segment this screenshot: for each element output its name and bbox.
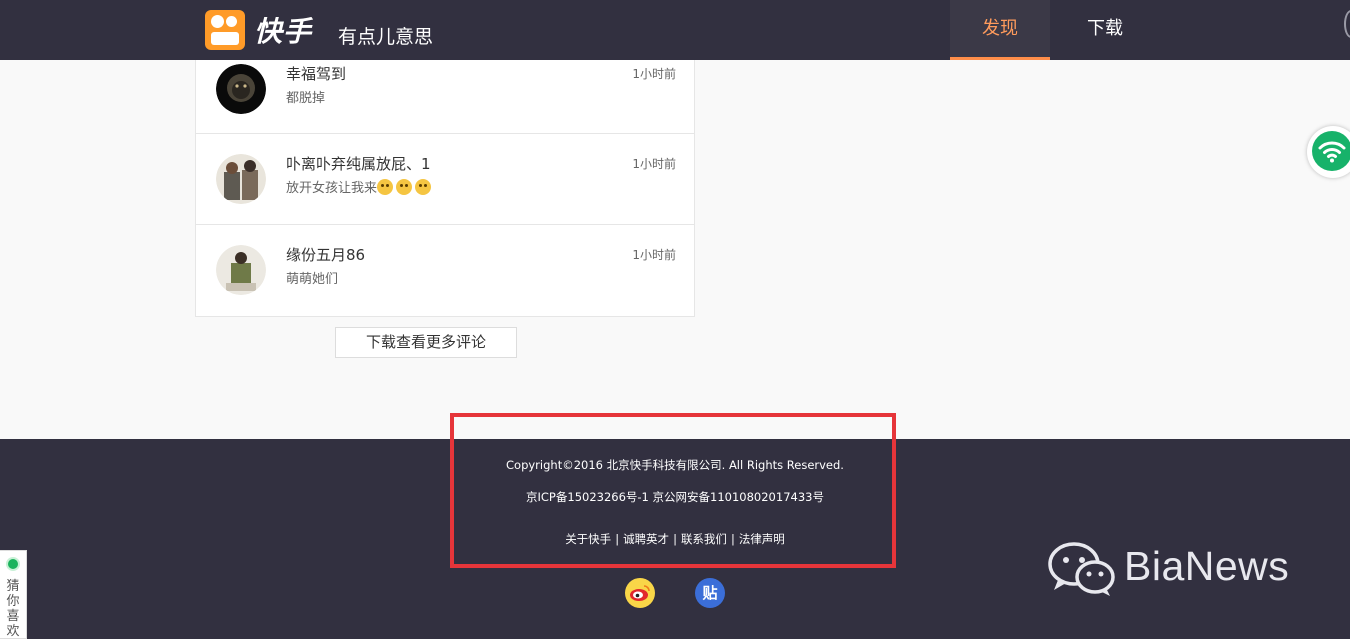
- avatar[interactable]: [216, 64, 266, 114]
- tieba-icon[interactable]: 贴: [695, 578, 725, 608]
- nav-download[interactable]: 下载: [1055, 0, 1155, 60]
- comment-author[interactable]: 卟离卟弃纯属放屁、1: [286, 153, 431, 174]
- comment-text: 萌萌她们: [286, 272, 339, 287]
- comment-item: 卟离卟弃纯属放屁、1 放开女孩让我来 1小时前: [196, 134, 694, 225]
- comment-time: 1小时前: [632, 67, 676, 81]
- kuaishou-logo-icon[interactable]: [205, 10, 245, 50]
- avatar[interactable]: [216, 154, 266, 204]
- cat-emoji-icon: [415, 179, 432, 195]
- highlight-box: [450, 413, 896, 568]
- user-icon[interactable]: [1344, 10, 1350, 38]
- watermark-text: BiaNews: [1124, 543, 1290, 589]
- more-comments-button[interactable]: 下载查看更多评论: [335, 327, 517, 358]
- site-slogan: 有点儿意思: [338, 26, 434, 48]
- guess-you-like-tab[interactable]: 猜你喜欢: [0, 550, 27, 639]
- cat-emoji-icon: [396, 179, 413, 195]
- comment-author[interactable]: 缘份五月86: [286, 244, 365, 265]
- guess-label: 猜你喜欢: [6, 579, 20, 639]
- comment-text: 放开女孩让我来: [286, 177, 434, 196]
- wechat-icon: [1048, 542, 1115, 596]
- wifi-icon[interactable]: [1312, 131, 1350, 171]
- comment-author[interactable]: 幸福驾到: [286, 63, 346, 84]
- comment-text-content: 放开女孩让我来: [286, 181, 378, 196]
- comment-list: 幸福驾到 都脱掉 1小时前 卟离卟弃纯属放屁、1 放开女孩让我来 1小时前 缘份…: [195, 44, 695, 317]
- watermark: BiaNews: [1048, 540, 1289, 600]
- comment-item: 缘份五月86 萌萌她们 1小时前: [196, 225, 694, 316]
- comment-time: 1小时前: [632, 248, 676, 262]
- nav-discover[interactable]: 发现: [950, 0, 1050, 60]
- comment-time: 1小时前: [632, 157, 676, 171]
- avatar[interactable]: [216, 245, 266, 295]
- site-header: 快手 有点儿意思 发现 下载: [0, 0, 1350, 60]
- wifi-widget[interactable]: [1307, 126, 1350, 178]
- weibo-icon[interactable]: [625, 578, 655, 608]
- logo-text[interactable]: 快手: [254, 10, 312, 50]
- status-dot-icon: [6, 557, 20, 571]
- comment-text: 都脱掉: [286, 91, 326, 106]
- cat-emoji-icon: [377, 179, 394, 195]
